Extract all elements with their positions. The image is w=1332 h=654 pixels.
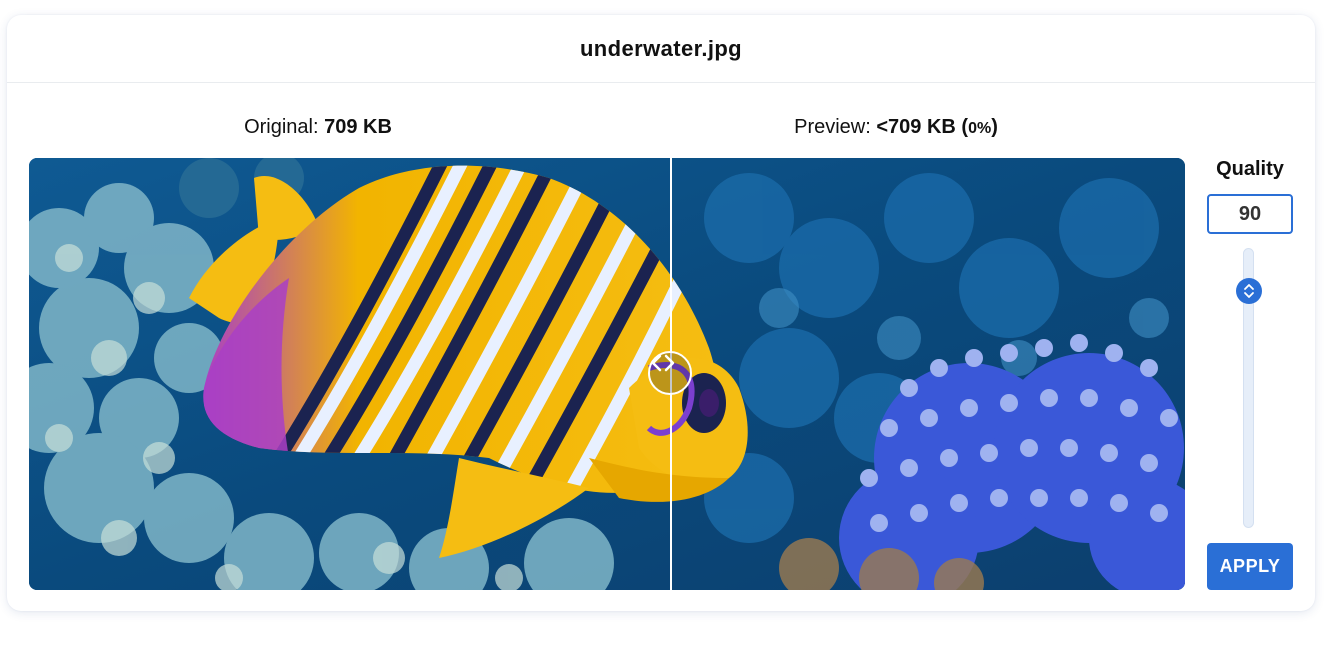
chevron-left-right-icon <box>651 354 675 372</box>
original-label-text: Original: <box>244 116 325 138</box>
underwater-photo <box>29 158 1185 590</box>
quality-label: Quality <box>1216 158 1284 180</box>
original-size-label: Original: 709 KB <box>244 116 392 139</box>
apply-button[interactable]: APPLY <box>1207 543 1293 590</box>
image-compare-viewer[interactable] <box>29 158 1185 590</box>
quality-slider-thumb[interactable] <box>1236 278 1262 304</box>
compare-slider-handle[interactable] <box>648 351 692 395</box>
image-editor-card: underwater.jpg Original: 709 KB Preview:… <box>7 15 1315 611</box>
original-size-value: 709 KB <box>324 116 392 138</box>
preview-size-label: Preview: <709 KB (0%) <box>794 116 998 139</box>
preview-size-percent: 0% <box>968 120 992 137</box>
file-name-title: underwater.jpg <box>579 35 743 61</box>
chevron-up-down-icon <box>1244 284 1254 298</box>
card-header: underwater.jpg <box>7 15 1315 83</box>
quality-input[interactable] <box>1207 194 1293 234</box>
preview-label-text: Preview: <box>794 116 877 138</box>
preview-size-value: <709 KB ( <box>876 116 969 138</box>
preview-size-close: ) <box>991 116 998 138</box>
